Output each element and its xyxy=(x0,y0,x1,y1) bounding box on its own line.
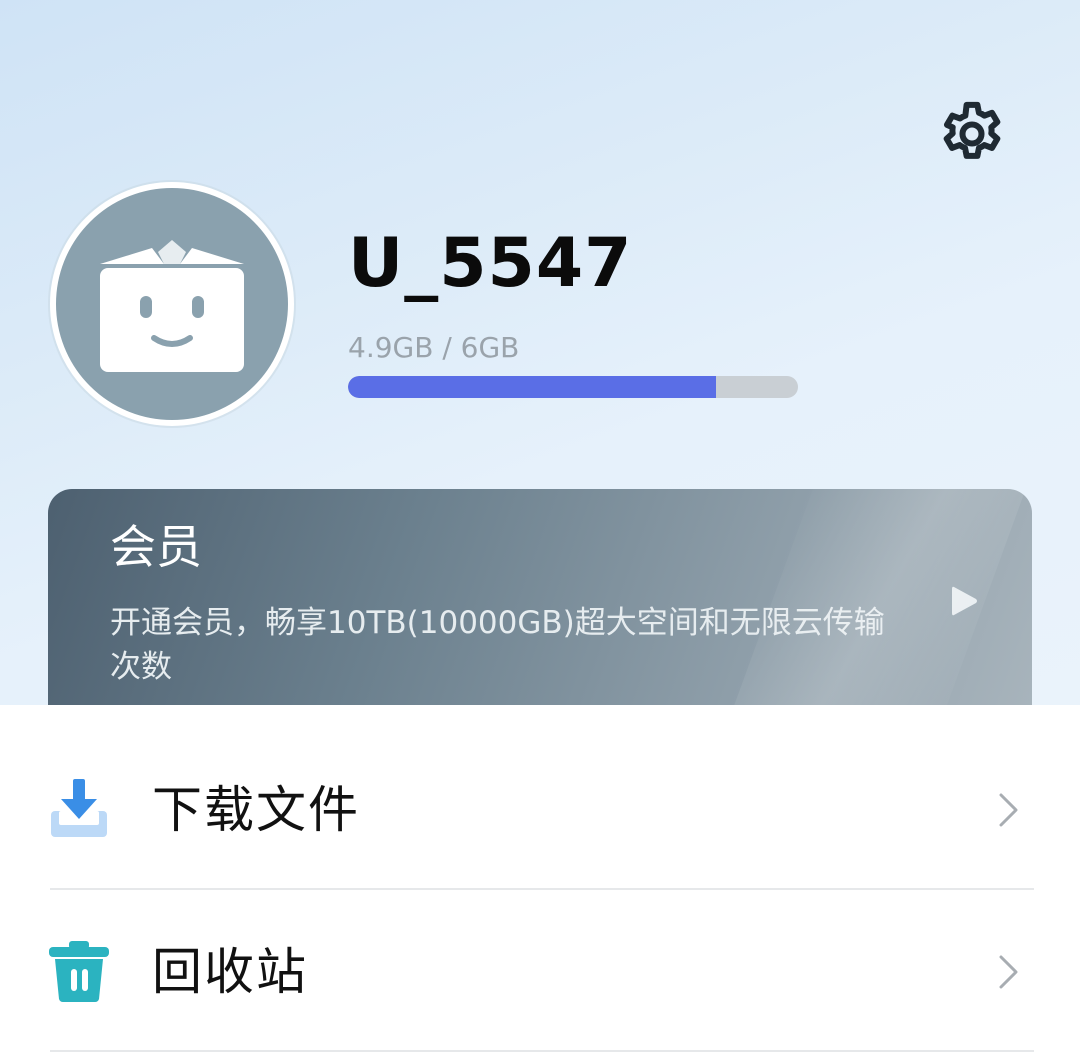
divider xyxy=(50,888,1034,890)
avatar[interactable] xyxy=(50,182,294,426)
divider xyxy=(50,1050,1034,1052)
storage-usage-text: 4.9GB / 6GB xyxy=(348,331,520,364)
membership-description: 开通会员，畅享10TB(10000GB)超大空间和无限云传输次数 xyxy=(110,605,885,685)
storage-progress-fill xyxy=(348,376,716,398)
play-arrow-icon xyxy=(944,581,984,621)
app-root: U_5547 4.9GB / 6GB 会员 开通会员，畅享10TB(10000G… xyxy=(0,0,1080,1056)
trash-icon xyxy=(44,936,114,1006)
chevron-right-icon xyxy=(992,790,1026,830)
menu-item-label: 下载文件 xyxy=(152,781,360,839)
storage-progress-bar xyxy=(348,376,798,398)
menu-item-download-files[interactable]: 下载文件 xyxy=(0,730,1080,890)
box-face-icon xyxy=(100,240,244,372)
download-icon xyxy=(44,774,114,844)
settings-button[interactable] xyxy=(930,92,1014,176)
gear-icon xyxy=(943,101,1001,159)
chevron-right-icon xyxy=(992,952,1026,992)
menu-item-label: 回收站 xyxy=(152,943,308,1001)
menu-item-recycle-bin[interactable]: 回收站 xyxy=(0,892,1080,1052)
membership-title: 会员 xyxy=(110,520,202,574)
username: U_5547 xyxy=(348,224,633,303)
